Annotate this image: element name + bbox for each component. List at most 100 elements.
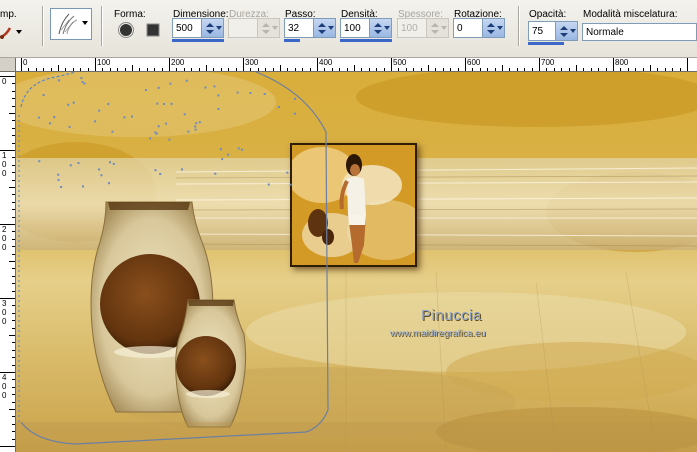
ruler-tick (12, 431, 15, 433)
ruler-tick (12, 194, 15, 196)
ruler-tick (139, 68, 141, 71)
ruler-tick (102, 68, 104, 71)
ruler-label: 0 (2, 234, 7, 243)
densita-slider[interactable] (340, 39, 392, 42)
ruler-tick (561, 68, 563, 71)
ruler-tick (35, 68, 37, 71)
ruler-tick (12, 164, 15, 166)
ruler-tick (516, 68, 518, 71)
ruler-tick (12, 135, 15, 137)
ruler-tick (12, 327, 15, 329)
ruler-tick (12, 120, 15, 122)
ruler-tick (383, 68, 385, 71)
ruler-label: 0 (2, 243, 7, 252)
brush-tool-icon[interactable] (0, 25, 12, 39)
ruler-tick (0, 224, 15, 225)
dimensione-input[interactable]: 500 (172, 18, 224, 38)
ruler-tick (9, 113, 15, 114)
passo-input[interactable]: 32 (284, 18, 336, 38)
ruler-tick (650, 65, 651, 71)
chevron-down-icon (82, 21, 88, 25)
ruler-tick (183, 68, 185, 71)
ruler-tick (12, 253, 15, 255)
ruler-tick (12, 320, 15, 322)
ruler-tick (12, 275, 15, 277)
ruler-tick (428, 65, 429, 71)
densita-input[interactable]: 100 (340, 18, 392, 38)
ruler-tick (672, 68, 674, 71)
ruler-label: 1 (2, 151, 7, 160)
ruler-tick (161, 68, 163, 71)
blend-mode-select[interactable]: Normale (582, 23, 697, 41)
ruler-tick (553, 68, 555, 71)
woman-photo-image (292, 145, 415, 265)
ruler-tick (346, 68, 348, 71)
ruler-tick (368, 68, 370, 71)
ruler-tick (9, 409, 15, 410)
ruler-tick (272, 68, 274, 71)
ruler-tick (12, 246, 15, 248)
ruler-tick (339, 68, 341, 71)
ruler-tick (12, 172, 15, 174)
ruler-tick (12, 105, 15, 107)
opacita-input[interactable]: 75 (528, 21, 578, 41)
ruler-tick (43, 68, 45, 71)
durezza-input[interactable] (228, 18, 280, 38)
chevron-down-icon[interactable] (16, 30, 22, 34)
ruler-tick (72, 68, 74, 71)
forma-label: Forma: (114, 9, 146, 20)
brush-tip-picker[interactable] (50, 8, 92, 40)
ruler-tick (0, 372, 15, 373)
ruler-tick (21, 58, 22, 71)
ruler-tick (95, 58, 96, 71)
ruler-tick (391, 58, 392, 71)
square-shape-button[interactable] (142, 20, 164, 40)
spessore-input[interactable]: 100 (397, 18, 449, 38)
ruler-tick (642, 68, 644, 71)
round-shape-button[interactable] (115, 20, 137, 40)
ruler-tick (12, 401, 15, 403)
ruler-label: 300 (245, 58, 259, 67)
ruler-tick (627, 68, 629, 71)
ruler-tick (50, 68, 52, 71)
opacita-label: Opacità: (529, 9, 567, 20)
ruler-tick (568, 68, 570, 71)
spin-buttons[interactable] (201, 19, 223, 37)
ruler-tick (176, 68, 178, 71)
ruler-tick (12, 379, 15, 381)
ruler-tick (87, 68, 89, 71)
ruler-tick (12, 231, 15, 233)
ruler-tick (546, 68, 548, 71)
opacita-slider[interactable] (528, 42, 564, 45)
toolbar-separator (518, 6, 520, 46)
ruler-label: 400 (319, 58, 333, 67)
image-canvas[interactable]: Pinuccia www.maidiregrafica.eu (16, 72, 697, 452)
ruler-tick (664, 68, 666, 71)
ruler-tick (0, 446, 15, 447)
ruler-tick (494, 68, 496, 71)
ruler-tick (472, 68, 474, 71)
dimensione-slider[interactable] (172, 39, 224, 42)
ruler-label: 800 (615, 58, 629, 67)
ruler-tick (405, 68, 407, 71)
framed-photo[interactable] (290, 143, 417, 267)
ruler-tick (12, 209, 15, 211)
ruler-tick (12, 305, 15, 307)
ruler-tick (12, 416, 15, 418)
ruler-tick (465, 58, 466, 71)
ruler-label: 0 (2, 169, 7, 178)
rotazione-input[interactable]: 0 (453, 18, 505, 38)
ruler-tick (509, 68, 511, 71)
ruler-tick (206, 65, 207, 71)
ruler-tick (398, 68, 400, 71)
ruler-label: 500 (393, 58, 407, 67)
ruler-label: 600 (467, 58, 481, 67)
ruler-tick (531, 68, 533, 71)
ruler-tick (413, 68, 415, 71)
ruler-tick (317, 58, 318, 71)
watermark-text: Pinuccia (421, 307, 482, 324)
ruler-tick (228, 68, 230, 71)
ruler-tick (12, 349, 15, 351)
passo-slider[interactable] (284, 39, 300, 42)
ruler-tick (124, 68, 126, 71)
